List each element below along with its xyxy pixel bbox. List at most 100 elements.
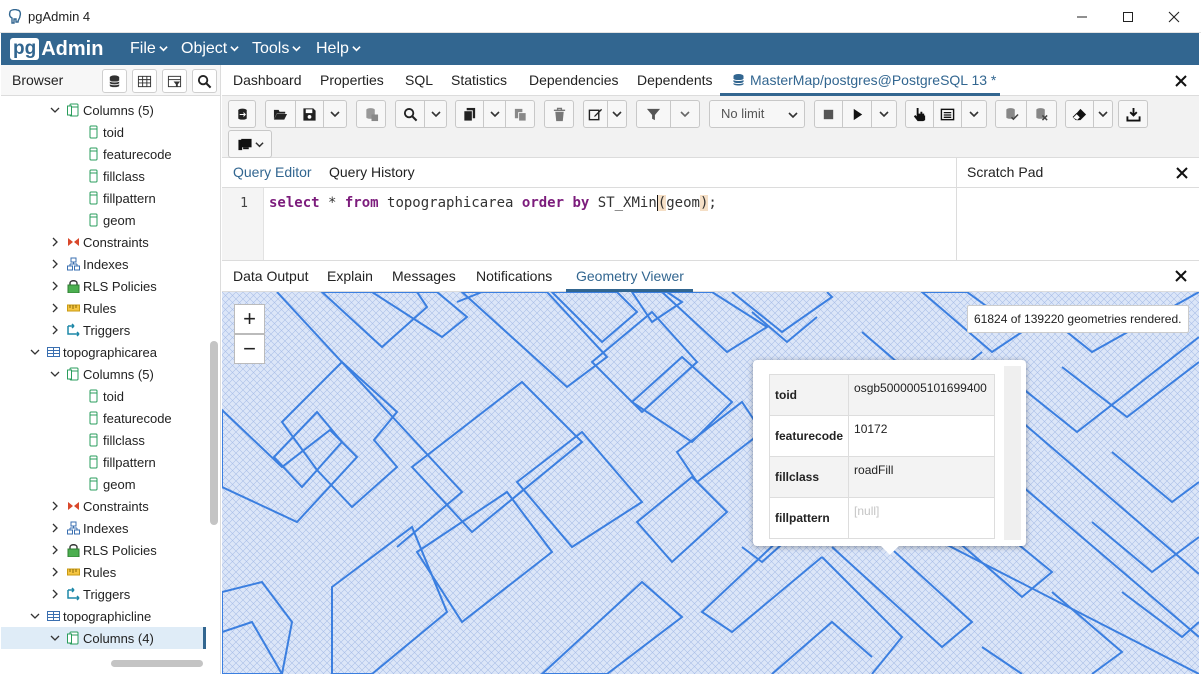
tree-node-rls-policies[interactable]: RLS Policies <box>49 539 157 561</box>
find-button[interactable] <box>396 101 425 127</box>
tree-node-label: Indexes <box>83 256 129 272</box>
sql-keyword-select: select <box>269 195 320 211</box>
explain-analyze-button[interactable] <box>934 101 962 127</box>
search-objects-button[interactable] <box>192 69 217 93</box>
tree-node-column[interactable]: featurecode <box>87 143 172 165</box>
delete-rows-button[interactable] <box>545 101 573 127</box>
tab-geometry-viewer[interactable]: Geometry Viewer <box>576 268 684 284</box>
edit-button[interactable] <box>584 101 608 127</box>
clear-button[interactable] <box>1066 101 1094 127</box>
tab-sql[interactable]: SQL <box>405 72 433 88</box>
clear-options-dropdown[interactable] <box>1094 101 1112 127</box>
tree-node-columns[interactable]: Columns (5) <box>49 99 154 121</box>
tree-node-triggers[interactable]: Triggers <box>49 319 130 341</box>
execute-options-dropdown[interactable] <box>872 101 896 127</box>
tree-node-constraints[interactable]: Constraints <box>49 495 149 517</box>
tree-node-rls-policies[interactable]: RLS Policies <box>49 275 157 297</box>
paste-button[interactable] <box>506 101 534 127</box>
tab-dependencies[interactable]: Dependencies <box>529 72 619 88</box>
tree-node-column[interactable]: toid <box>87 385 124 407</box>
filter-button[interactable] <box>637 101 671 127</box>
tree-node-label: RLS Policies <box>83 542 157 558</box>
tab-query-history[interactable]: Query History <box>329 164 415 180</box>
tree-node-indexes[interactable]: Indexes <box>49 253 129 275</box>
zoom-in-button[interactable]: + <box>234 304 265 334</box>
tree-node-indexes[interactable]: Indexes <box>49 517 129 539</box>
tree-node-table-topographicline[interactable]: topographicline <box>29 605 151 627</box>
copy-options-dropdown[interactable] <box>484 101 506 127</box>
indexes-icon <box>67 521 80 535</box>
macros-button[interactable] <box>229 131 271 157</box>
tab-dependents[interactable]: Dependents <box>637 72 713 88</box>
tree-node-constraints[interactable]: Constraints <box>49 231 149 253</box>
save-icon <box>303 107 316 121</box>
scratch-pad-editor[interactable] <box>956 188 1199 260</box>
tree-node-column[interactable]: fillpattern <box>87 187 156 209</box>
download-csv-button[interactable] <box>1119 101 1147 127</box>
tree-node-column[interactable]: toid <box>87 121 124 143</box>
tree-node-columns-selected[interactable]: Columns (4) <box>1 627 206 649</box>
save-button[interactable] <box>296 101 324 127</box>
sql-code-line[interactable]: select * from topographicarea order by S… <box>269 195 717 211</box>
maximize-button[interactable] <box>1105 0 1151 33</box>
menu-help[interactable]: Help <box>316 40 361 58</box>
property-value: roadFill <box>848 456 995 498</box>
tree-node-rules[interactable]: Rules <box>49 297 116 319</box>
tree-node-columns[interactable]: Columns (5) <box>49 363 154 385</box>
view-data-button[interactable] <box>132 69 157 93</box>
find-options-dropdown[interactable] <box>425 101 446 127</box>
cancel-query-button[interactable] <box>815 101 843 127</box>
tree-node-table-topographicarea[interactable]: topographicarea <box>29 341 157 363</box>
tab-data-output[interactable]: Data Output <box>233 268 309 284</box>
close-scratch-pad-icon[interactable] <box>1176 167 1188 179</box>
tab-notifications[interactable]: Notifications <box>476 268 552 284</box>
minimize-button[interactable] <box>1059 0 1105 33</box>
commit-button[interactable] <box>996 101 1027 127</box>
popup-scrollbar[interactable] <box>1004 366 1021 540</box>
change-connection-button[interactable] <box>229 101 255 127</box>
tree-node-triggers[interactable]: Triggers <box>49 583 130 605</box>
explain-options-dropdown[interactable] <box>962 101 986 127</box>
editor-tab-strip: Query Editor Query History <box>222 158 956 188</box>
query-tool-button[interactable] <box>102 69 127 93</box>
tab-dashboard[interactable]: Dashboard <box>233 72 302 88</box>
tab-query-tool[interactable]: MasterMap/postgres@PostgreSQL 13 * <box>732 72 996 88</box>
tab-explain[interactable]: Explain <box>327 268 373 284</box>
browser-vertical-scrollbar[interactable] <box>210 341 218 525</box>
save-options-dropdown[interactable] <box>324 101 346 127</box>
menu-tools[interactable]: Tools <box>252 40 302 58</box>
tree-node-column[interactable]: geom <box>87 209 136 231</box>
tree-node-column[interactable]: fillclass <box>87 429 145 451</box>
close-tab-icon[interactable] <box>1175 75 1187 87</box>
filtered-rows-button[interactable] <box>162 69 187 93</box>
tree-node-column[interactable]: featurecode <box>87 407 172 429</box>
window-close-button[interactable] <box>1151 0 1197 33</box>
open-file-button[interactable] <box>266 101 296 127</box>
execute-button[interactable] <box>843 101 872 127</box>
sql-token-lparen: ( <box>656 195 667 211</box>
tab-messages[interactable]: Messages <box>392 268 456 284</box>
tab-query-editor[interactable]: Query Editor <box>233 164 312 180</box>
transaction-group <box>995 100 1057 128</box>
chevron-down-icon <box>30 349 40 355</box>
geometry-map[interactable]: + − 61824 of 139220 geometries rendered.… <box>222 292 1199 674</box>
row-limit-select[interactable]: No limit <box>709 100 805 128</box>
save-data-changes-button[interactable] <box>357 101 385 127</box>
copy-button[interactable] <box>456 101 484 127</box>
edit-options-dropdown[interactable] <box>608 101 626 127</box>
filter-options-dropdown[interactable] <box>671 101 699 127</box>
tab-properties[interactable]: Properties <box>320 72 384 88</box>
sql-editor[interactable]: 1 select * from topographicarea order by… <box>222 188 956 260</box>
explain-button[interactable] <box>906 101 934 127</box>
tab-statistics[interactable]: Statistics <box>451 72 507 88</box>
close-output-icon[interactable] <box>1175 270 1187 282</box>
zoom-out-button[interactable]: − <box>234 334 265 364</box>
rollback-button[interactable] <box>1027 101 1056 127</box>
tree-node-column[interactable]: fillpattern <box>87 451 156 473</box>
menu-object[interactable]: Object <box>181 40 239 58</box>
menu-file[interactable]: File <box>130 40 168 58</box>
tree-node-rules[interactable]: Rules <box>49 561 116 583</box>
browser-horizontal-scrollbar[interactable] <box>111 660 203 667</box>
tree-node-column[interactable]: geom <box>87 473 136 495</box>
tree-node-column[interactable]: fillclass <box>87 165 145 187</box>
